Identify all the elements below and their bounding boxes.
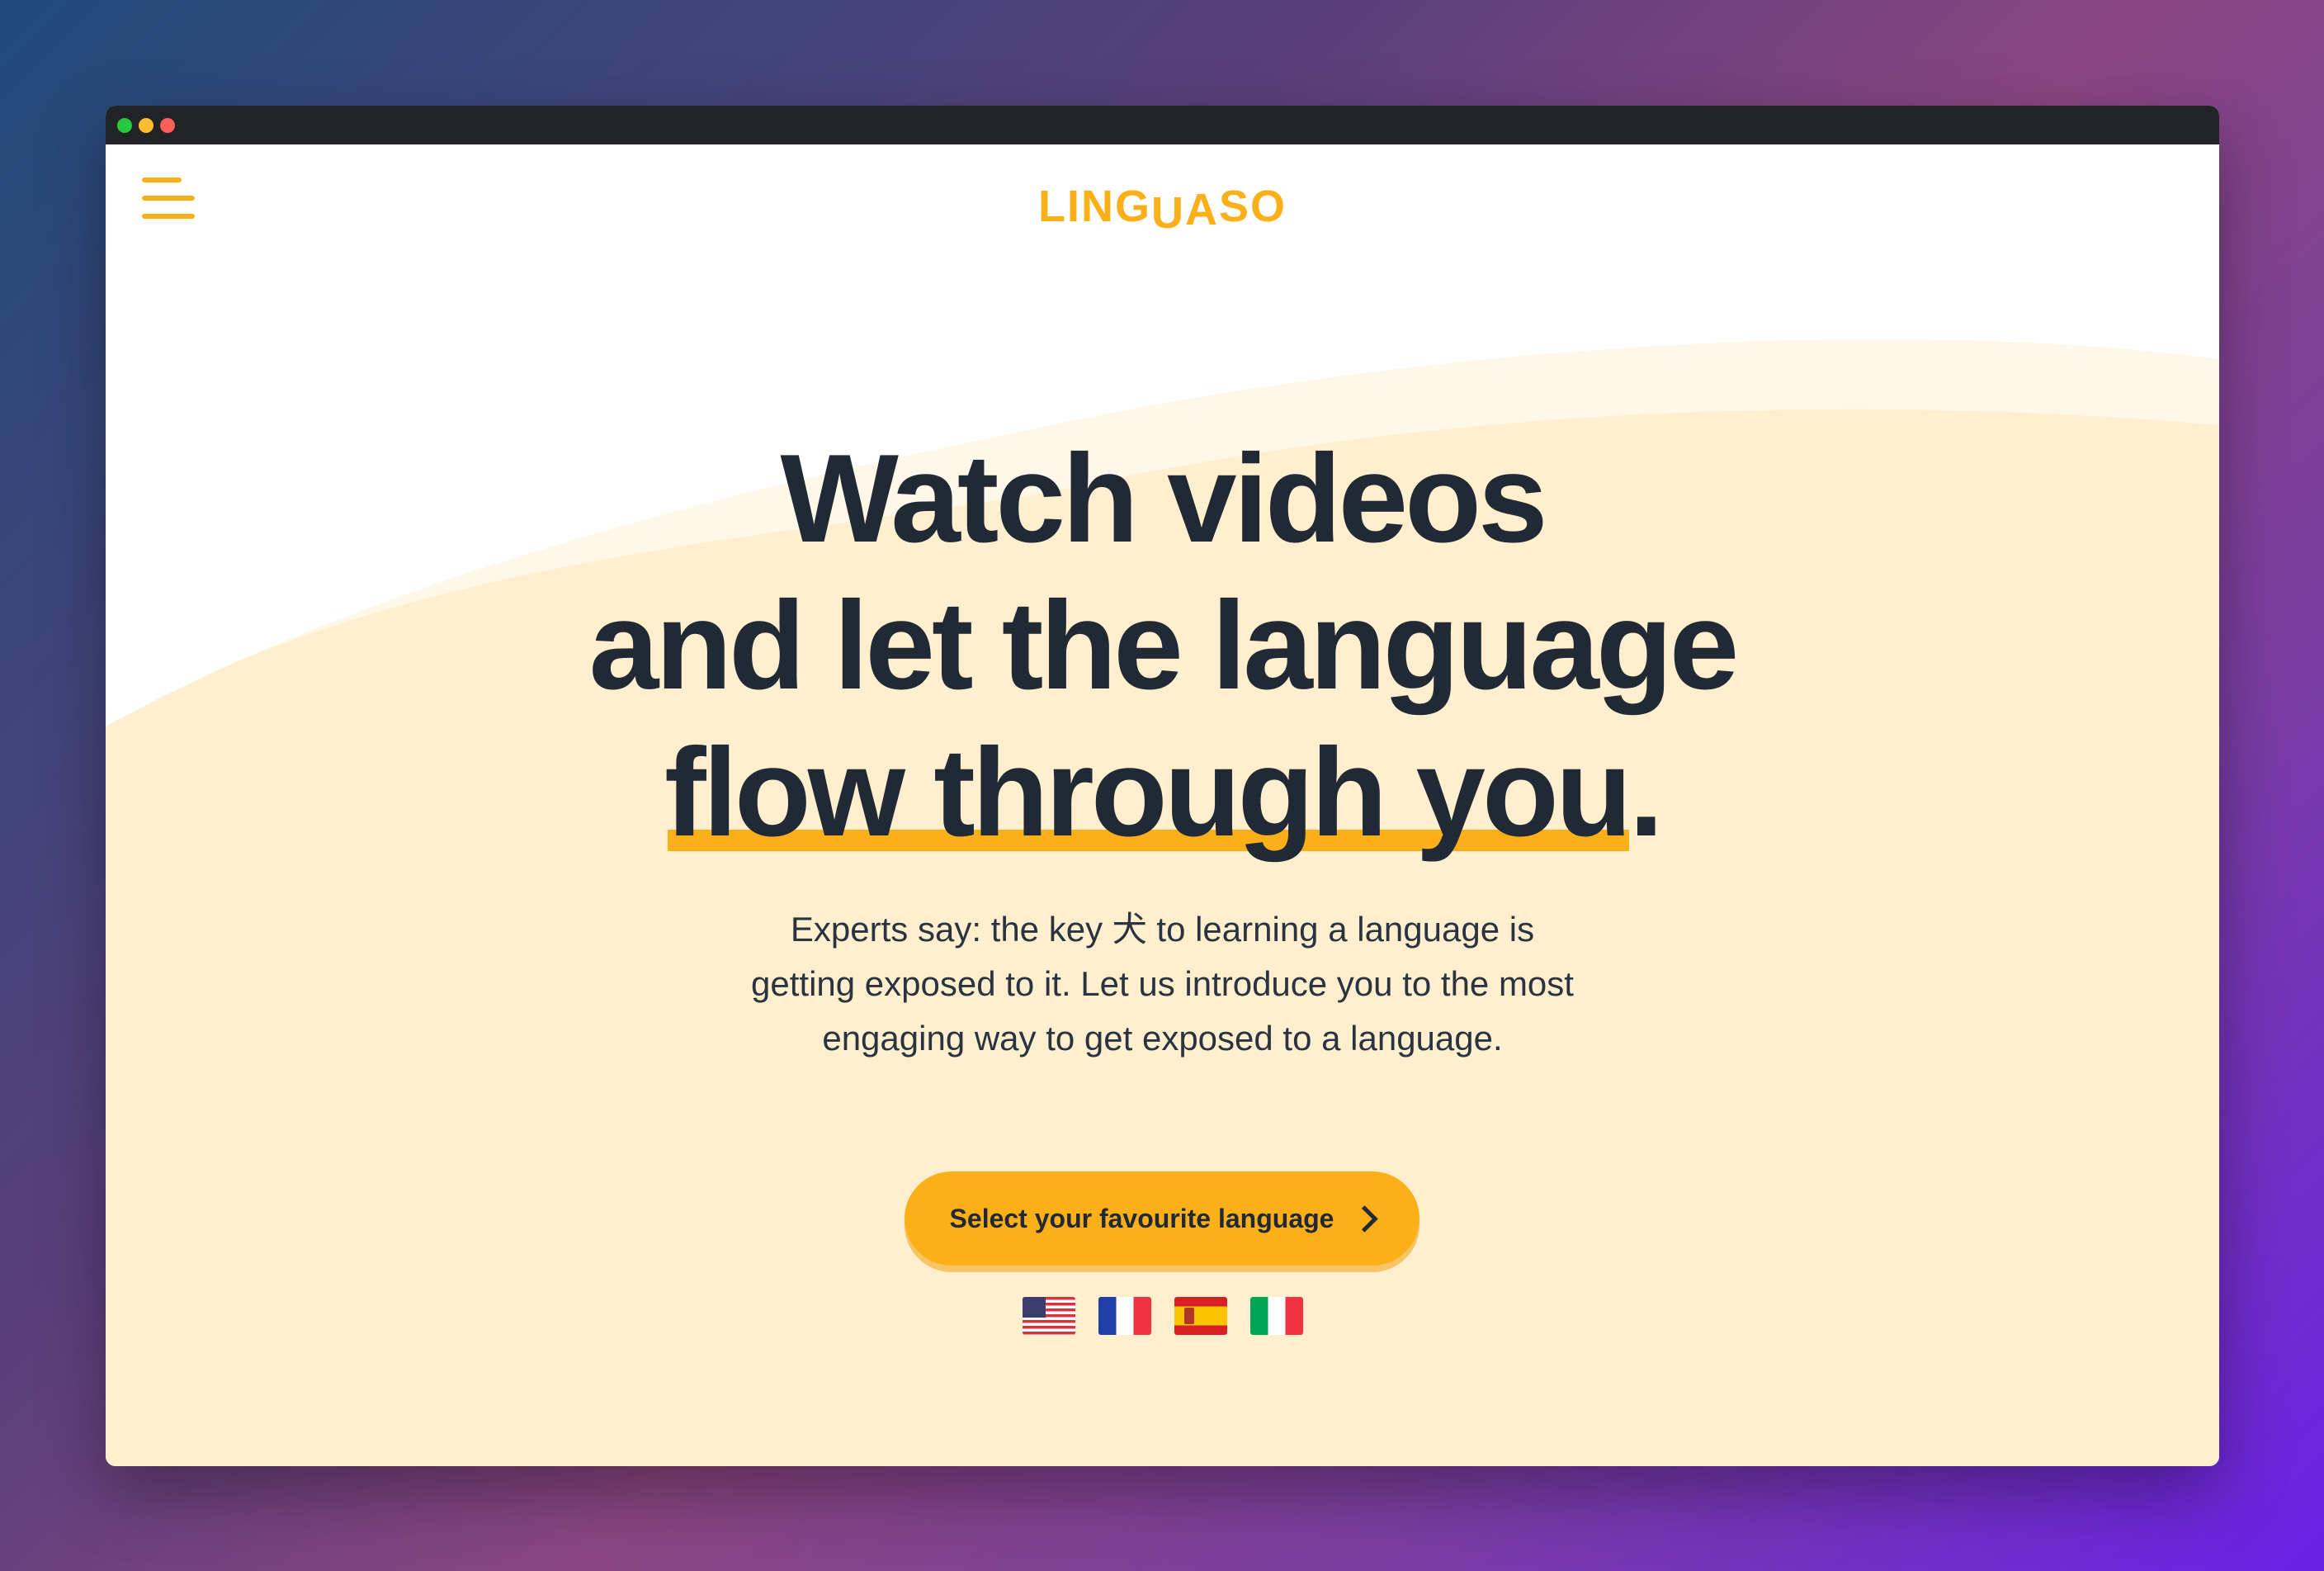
logo[interactable]: LINGUASO	[106, 177, 2219, 238]
spain-flag-icon[interactable]	[1174, 1297, 1227, 1335]
france-flag-icon[interactable]	[1098, 1297, 1151, 1335]
hero-subtext: Experts say: the key ⽝ to learning a lan…	[751, 910, 1574, 1058]
headline-line-1: Watch videos	[780, 428, 1547, 569]
chevron-right-icon	[1351, 1204, 1379, 1233]
us-flag-icon[interactable]	[1022, 1297, 1075, 1335]
italy-flag-icon[interactable]	[1249, 1297, 1303, 1335]
headline-line-3: flow through you.	[106, 719, 2219, 866]
browser-window: LINGUASO Watch videos and let the langua…	[106, 106, 2219, 1466]
hero-headline: Watch videos and let the language flow t…	[106, 425, 2219, 866]
headline-highlight: flow through you	[664, 719, 1632, 866]
window-titlebar	[106, 106, 2219, 144]
select-language-label: Select your favourite language	[949, 1203, 1334, 1233]
select-language-button[interactable]: Select your favourite language	[905, 1171, 1419, 1266]
window-maximize-button[interactable]	[160, 118, 175, 133]
page-viewport: LINGUASO Watch videos and let the langua…	[106, 144, 2219, 1466]
language-flags	[106, 1297, 2219, 1335]
window-minimize-button[interactable]	[139, 118, 154, 133]
window-close-button[interactable]	[117, 118, 132, 133]
headline-line-2: and let the language	[588, 575, 1740, 716]
